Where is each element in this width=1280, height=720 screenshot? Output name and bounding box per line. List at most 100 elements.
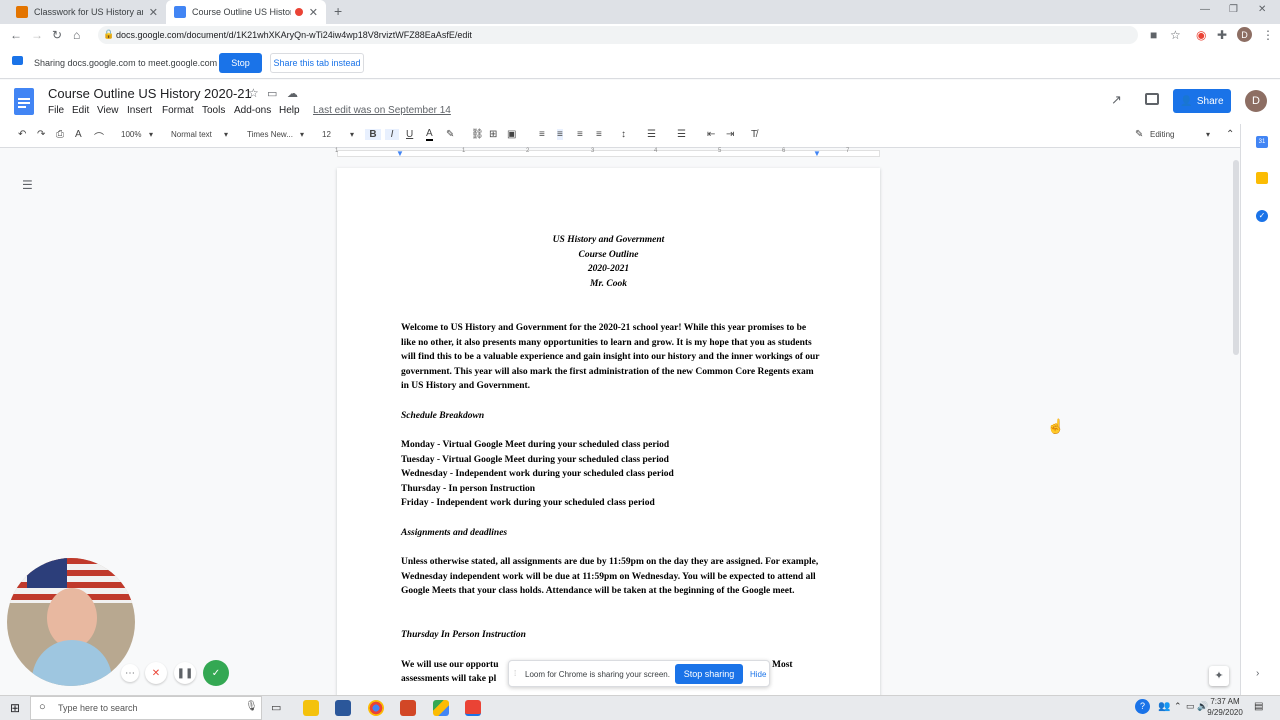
gmail-icon[interactable] — [465, 700, 481, 716]
profile-avatar[interactable]: D — [1237, 27, 1252, 42]
chevron-up-icon[interactable]: ⌃ — [1174, 701, 1182, 712]
star-icon[interactable]: ☆ — [248, 86, 259, 100]
new-tab-button[interactable]: + — [334, 3, 342, 19]
webcam-bubble[interactable] — [7, 558, 135, 686]
window-close-button[interactable]: ✕ — [1258, 4, 1266, 15]
word-icon[interactable] — [335, 700, 351, 716]
extension-loom-icon[interactable]: ◉ — [1196, 28, 1206, 42]
url-field[interactable]: 🔒 docs.google.com/document/d/1K21whXKAry… — [98, 26, 1138, 44]
comments-icon[interactable] — [1145, 93, 1159, 105]
powerpoint-icon[interactable] — [400, 700, 416, 716]
microphone-icon[interactable]: 🎙 — [245, 701, 258, 712]
menu-format[interactable]: Format — [162, 105, 194, 116]
home-icon[interactable]: ⌂ — [73, 28, 80, 42]
extensions-puzzle-icon[interactable]: ✚ — [1217, 28, 1227, 42]
cancel-recording-icon[interactable]: ✕ — [145, 662, 167, 684]
editing-mode-select[interactable]: Editing — [1150, 130, 1174, 139]
tab-classwork[interactable]: Classwork for US History and Go ✕ — [8, 0, 166, 24]
tab-close-icon[interactable]: ✕ — [309, 6, 318, 19]
expand-panel-chevron-icon[interactable]: › — [1256, 668, 1259, 679]
clock-date[interactable]: 9/29/2020 — [1205, 708, 1245, 717]
minimize-button[interactable]: — — [1200, 4, 1210, 15]
comment-icon[interactable]: ⊞ — [489, 129, 497, 140]
loom-stop-sharing-button[interactable]: Stop sharing — [675, 664, 743, 684]
finish-recording-icon[interactable]: ✓ — [203, 660, 229, 686]
undo-icon[interactable]: ↶ — [18, 129, 26, 140]
underline-icon[interactable]: U — [406, 129, 413, 140]
right-indent-marker-icon[interactable]: ▼ — [813, 149, 821, 158]
increase-indent-icon[interactable]: ⇥ — [726, 129, 734, 140]
calendar-icon[interactable]: 31 — [1256, 136, 1268, 148]
clock-time[interactable]: 7:37 AM — [1205, 697, 1245, 706]
pause-recording-icon[interactable]: ❚❚ — [174, 662, 196, 684]
align-center-icon[interactable]: ≡ — [557, 129, 563, 140]
font-select[interactable]: Times New... — [247, 130, 293, 139]
task-view-icon[interactable]: ▭ — [271, 701, 281, 714]
explore-button[interactable]: ✦ — [1209, 666, 1229, 686]
activity-trend-icon[interactable]: ↗ — [1111, 92, 1122, 108]
scrollbar-thumb[interactable] — [1233, 160, 1239, 355]
menu-tools[interactable]: Tools — [202, 105, 225, 116]
back-icon[interactable]: ← — [10, 28, 22, 42]
notifications-icon[interactable]: ▤ — [1254, 701, 1263, 712]
docs-logo-icon[interactable] — [14, 88, 34, 115]
chrome-icon[interactable] — [368, 700, 384, 716]
stop-sharing-button[interactable]: Stop — [219, 53, 262, 73]
loom-hide-button[interactable]: Hide — [750, 670, 766, 679]
taskbar-search-box[interactable]: ○ Type here to search 🎙 — [30, 696, 262, 720]
account-avatar[interactable]: D — [1245, 90, 1267, 112]
windows-start-icon[interactable]: ⊞ — [10, 701, 20, 715]
collapse-chevron-up-icon[interactable]: ⌃ — [1226, 129, 1234, 140]
network-icon[interactable]: ▭ — [1186, 701, 1195, 712]
tasks-icon[interactable]: ✓ — [1256, 210, 1268, 222]
document-title[interactable]: Course Outline US History 2020-21 — [48, 86, 252, 101]
menu-edit[interactable]: Edit — [72, 105, 89, 116]
link-icon[interactable]: ⛓ — [471, 129, 484, 140]
line-spacing-icon[interactable]: ↕ — [621, 129, 626, 140]
help-icon[interactable]: ? — [1135, 699, 1150, 714]
document-outline-icon[interactable]: ☰ — [22, 178, 33, 192]
share-this-tab-button[interactable]: Share this tab instead — [270, 53, 364, 73]
bookmark-star-icon[interactable]: ☆ — [1170, 28, 1181, 42]
document-page[interactable]: US History and Government Course Outline… — [337, 168, 880, 695]
font-size-select[interactable]: 12 — [322, 130, 331, 139]
numbered-list-icon[interactable]: ☰ — [647, 129, 656, 140]
google-drive-icon[interactable] — [433, 700, 449, 716]
menu-addons[interactable]: Add-ons — [234, 105, 271, 116]
reload-icon[interactable]: ↻ — [52, 28, 62, 42]
menu-view[interactable]: View — [97, 105, 119, 116]
share-button[interactable]: 👤 Share — [1173, 89, 1231, 113]
menu-file[interactable]: File — [48, 105, 64, 116]
last-edit-link[interactable]: Last edit was on September 14 — [313, 105, 451, 116]
camera-icon[interactable]: ■ — [1150, 28, 1157, 42]
more-options-icon[interactable]: ⋯ — [121, 664, 139, 682]
vertical-scrollbar[interactable] — [1232, 160, 1240, 695]
tab-course-outline[interactable]: Course Outline US History 20 ✕ — [166, 0, 326, 24]
style-select[interactable]: Normal text — [171, 130, 212, 139]
drag-handle-icon[interactable]: ⁞ — [514, 669, 516, 678]
highlight-icon[interactable]: ✎ — [446, 129, 454, 140]
tab-close-icon[interactable]: ✕ — [149, 6, 158, 19]
align-right-icon[interactable]: ≡ — [577, 129, 583, 140]
bold-icon[interactable]: B — [365, 129, 381, 140]
forward-icon[interactable]: → — [31, 28, 43, 42]
left-indent-marker-icon[interactable]: ▼ — [396, 149, 404, 158]
paint-format-icon[interactable]: ⌒ — [94, 129, 104, 144]
justify-icon[interactable]: ≡ — [596, 129, 602, 140]
print-icon[interactable]: ⎙ — [56, 129, 64, 140]
menu-help[interactable]: Help — [279, 105, 300, 116]
keep-icon[interactable] — [1256, 172, 1268, 184]
bulleted-list-icon[interactable]: ☰ — [677, 129, 686, 140]
align-left-icon[interactable]: ≡ — [539, 129, 545, 140]
move-folder-icon[interactable]: ▭ — [267, 87, 277, 100]
text-color-icon[interactable]: A — [426, 129, 433, 141]
image-icon[interactable]: ▣ — [507, 129, 516, 140]
maximize-button[interactable]: ❐ — [1229, 4, 1238, 15]
spellcheck-icon[interactable]: A — [75, 129, 82, 140]
clear-formatting-icon[interactable]: T̸ — [751, 129, 757, 140]
menu-insert[interactable]: Insert — [127, 105, 152, 116]
italic-icon[interactable]: I — [385, 129, 399, 140]
redo-icon[interactable]: ↷ — [37, 129, 45, 140]
zoom-select[interactable]: 100% — [121, 130, 141, 139]
file-explorer-icon[interactable] — [303, 700, 319, 716]
